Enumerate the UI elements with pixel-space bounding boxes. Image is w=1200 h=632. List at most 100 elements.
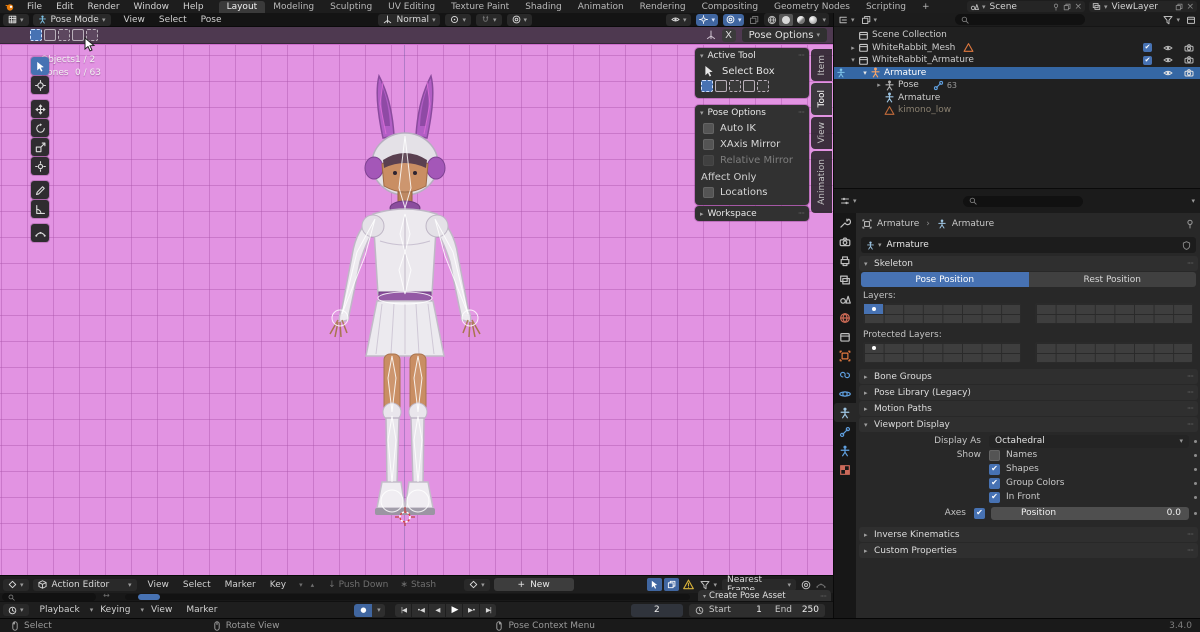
section-pose-library[interactable]: ▸ Pose Library (Legacy) ···· (859, 385, 1198, 400)
tool-transform-button[interactable] (31, 157, 49, 175)
shading-rendered-icon[interactable] (807, 16, 819, 24)
rest-position-button[interactable]: Rest Position (1029, 272, 1197, 287)
section-bone-groups[interactable]: ▸ Bone Groups ···· (859, 369, 1198, 384)
push-down-button[interactable]: Push Down (339, 580, 389, 590)
add-workspace-button[interactable]: + (914, 1, 938, 13)
npanel-tab-item[interactable]: Item (811, 49, 832, 81)
properties-editor-icon[interactable] (840, 196, 850, 206)
editor-type-selector[interactable]: ▾ (3, 14, 29, 26)
outliner-row-armature-data[interactable]: Armature (834, 92, 1200, 105)
select-subtract-icon[interactable] (729, 80, 741, 92)
section-motion-paths[interactable]: ▸ Motion Paths ···· (859, 401, 1198, 416)
panel-grip-icon[interactable]: ···· (1187, 404, 1193, 413)
timeline-scrollbar[interactable] (125, 594, 690, 600)
group-colors-checkbox[interactable]: ✔ (989, 478, 1000, 489)
animate-dot[interactable] (1194, 440, 1197, 443)
tool-cursor-button[interactable] (31, 76, 49, 94)
tab-object-data[interactable] (834, 403, 856, 422)
proportional-editing-toggle[interactable]: ▾ (507, 14, 533, 26)
tab-physics[interactable] (834, 384, 856, 403)
tool-select-box-button[interactable] (31, 57, 49, 75)
outliner-row-pose[interactable]: ▸ Pose 63 (834, 79, 1200, 92)
pose-options-dropdown[interactable]: Pose Options ▾ (742, 28, 827, 42)
collection-checkbox[interactable]: ✔ (1143, 43, 1152, 52)
panel-grip-icon[interactable]: ···· (1187, 546, 1193, 555)
collapse-icon[interactable]: ▾ (860, 69, 870, 77)
new-view-layer-icon[interactable] (1175, 3, 1183, 11)
menu-keying[interactable]: Keying (93, 605, 137, 615)
show-object-types-dropdown[interactable]: ▾ (666, 14, 692, 26)
select-intersect-icon[interactable] (757, 80, 769, 92)
protected-layers-grid-right[interactable] (1035, 342, 1193, 363)
new-scene-icon[interactable] (1063, 3, 1071, 11)
outliner-editor-icon[interactable] (838, 15, 848, 25)
view-layer-selector[interactable]: ▾ ViewLayer × (1089, 1, 1197, 12)
show-hidden-toggle[interactable] (664, 578, 679, 591)
next-keyframe-button[interactable]: ▶• (463, 604, 479, 617)
disable-render-icon[interactable] (1184, 55, 1194, 65)
active-tool-panel-header[interactable]: ▾ Active Tool ···· (695, 48, 809, 63)
workspace-tab-modeling[interactable]: Modeling (265, 1, 322, 13)
section-viewport-display[interactable]: ▾ Viewport Display ···· (859, 417, 1198, 432)
expand-icon[interactable]: ▸ (848, 44, 858, 52)
menu-file[interactable]: File (20, 2, 49, 12)
menu-pose[interactable]: Pose (194, 15, 229, 25)
animate-dot[interactable] (1194, 454, 1197, 457)
npanel-tab-tool[interactable]: Tool (811, 83, 832, 115)
menu-render[interactable]: Render (81, 2, 127, 12)
tool-annotate-button[interactable] (31, 181, 49, 199)
properties-search-input[interactable] (963, 196, 1083, 207)
workspace-tab-geometry-nodes[interactable]: Geometry Nodes (766, 1, 858, 13)
xaxis-mirror-checkbox[interactable]: ✔ (703, 139, 714, 150)
gizmos-toggle[interactable]: ▾ (696, 14, 718, 26)
end-value[interactable]: 250 (797, 605, 819, 615)
snap-selector[interactable]: Nearest Frame ▾ (722, 579, 796, 591)
panel-grip-icon[interactable]: ···· (1187, 388, 1193, 397)
menu-marker[interactable]: Marker (179, 605, 224, 615)
object-icon[interactable] (862, 219, 872, 229)
select-mode-extend-icon[interactable] (44, 29, 56, 41)
proportional-icon[interactable] (801, 580, 811, 590)
tab-collection[interactable] (834, 327, 856, 346)
transform-orientation-selector[interactable]: Normal ▾ (378, 14, 440, 26)
menu-view[interactable]: View (117, 15, 152, 25)
dope-sheet-mode-selector[interactable]: Action Editor ▾ (33, 579, 137, 591)
fit-range-icon[interactable]: ↔ (103, 591, 110, 600)
select-mode-subtract-icon[interactable] (58, 29, 70, 41)
move-channel-up-icon[interactable]: ▴ (311, 581, 315, 589)
select-set-icon[interactable] (701, 80, 713, 92)
3d-viewport[interactable]: Objects 1 / 2 Bones 0 / 63 (0, 44, 833, 575)
menu-select[interactable]: Select (152, 15, 194, 25)
collapse-icon[interactable]: ▾ (848, 56, 858, 64)
tab-constraints[interactable] (834, 365, 856, 384)
hide-eye-icon[interactable] (1163, 68, 1173, 78)
move-channel-down-icon[interactable]: ▾ (299, 581, 303, 589)
panel-grip-icon[interactable]: ···· (1187, 372, 1193, 381)
protected-layers-grid-left[interactable] (863, 342, 1021, 363)
close-tool-region-button[interactable]: X (722, 29, 736, 42)
stash-button[interactable]: Stash (411, 580, 436, 590)
previous-keyframe-button[interactable]: •◀ (412, 604, 428, 617)
select-invert-icon[interactable] (743, 80, 755, 92)
panel-grip-icon[interactable]: ···· (1187, 420, 1193, 429)
section-custom-properties[interactable]: ▸ Custom Properties ···· (859, 543, 1198, 558)
armature-layers-grid-right[interactable] (1035, 303, 1193, 324)
menu-view[interactable]: View (141, 580, 176, 590)
tool-breakdowner-button[interactable] (31, 224, 49, 242)
shading-solid-icon[interactable] (779, 14, 793, 26)
tab-tool[interactable] (834, 213, 856, 232)
collection-checkbox[interactable]: ✔ (1143, 56, 1152, 65)
overlays-toggle[interactable]: ▾ (723, 14, 745, 26)
outliner-row-armature-object[interactable]: ▾ Armature (834, 67, 1200, 80)
animate-dot[interactable] (1194, 468, 1197, 471)
select-extend-icon[interactable] (715, 80, 727, 92)
tab-scene[interactable] (834, 289, 856, 308)
filter-icon[interactable] (700, 580, 710, 590)
outliner-row-kimono-low[interactable]: kimono_low (834, 104, 1200, 117)
tab-render[interactable] (834, 232, 856, 251)
tab-bone-constraints[interactable] (834, 441, 856, 460)
axes-position-slider[interactable]: Position 0.0 (991, 507, 1189, 520)
snap-toggle[interactable]: ▾ (476, 14, 502, 26)
workspace-tab-rendering[interactable]: Rendering (632, 1, 694, 13)
pose-position-button[interactable]: Pose Position (861, 272, 1029, 287)
